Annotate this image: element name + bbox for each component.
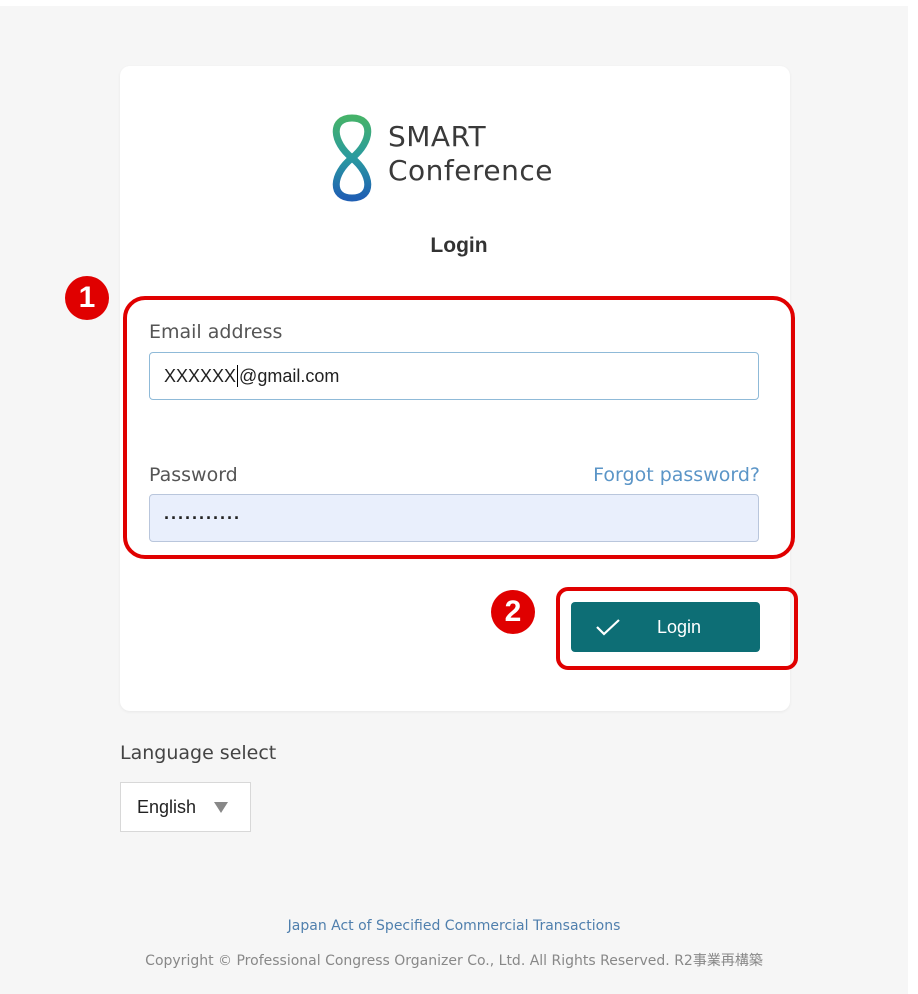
email-label: Email address xyxy=(149,321,283,343)
brand-logo: SMART Conference xyxy=(322,112,592,202)
language-select-label: Language select xyxy=(120,742,277,764)
brand-name: SMART Conference xyxy=(388,120,553,188)
email-value-end: @gmail.com xyxy=(239,365,340,386)
login-button-label: Login xyxy=(657,616,702,637)
brand-line-2: Conference xyxy=(388,154,554,187)
step-marker-1: 1 xyxy=(65,276,109,320)
email-field[interactable]: XXXXXX @gmail.com xyxy=(149,352,759,400)
copyright-text: Copyright © Professional Congress Organi… xyxy=(145,953,763,969)
email-value-start: XXXXXX xyxy=(164,365,237,386)
password-field[interactable]: ··········· xyxy=(149,494,759,542)
password-label: Password xyxy=(149,464,238,486)
page-title: Login xyxy=(430,234,488,257)
infinity-logo-icon xyxy=(332,114,372,202)
brand-line-1: SMART xyxy=(388,120,487,153)
language-selected-value: English xyxy=(137,796,197,817)
text-cursor xyxy=(237,365,239,387)
language-dropdown[interactable]: English xyxy=(120,782,251,832)
legal-link[interactable]: Japan Act of Specified Commercial Transa… xyxy=(0,918,908,934)
step-marker-2: 2 xyxy=(491,590,535,634)
dropdown-arrow-icon xyxy=(214,801,229,813)
login-button[interactable]: Login xyxy=(571,602,760,652)
checkmark-icon xyxy=(596,619,620,636)
forgot-password-link[interactable]: Forgot password? xyxy=(593,464,760,486)
